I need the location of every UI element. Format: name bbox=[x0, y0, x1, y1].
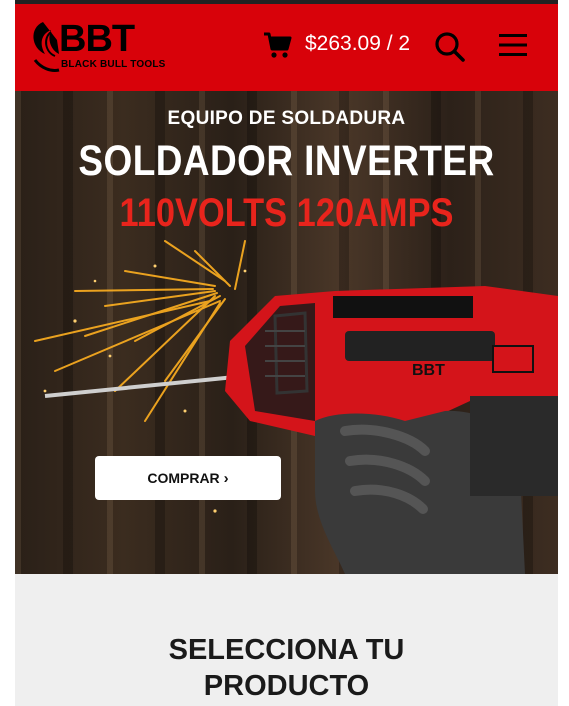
section-title-line1: SELECCIONA TU bbox=[168, 634, 405, 666]
menu-icon[interactable] bbox=[499, 32, 527, 58]
page-frame: BBT BLACK BULL TOOLS $263.09 / 2 BBT EQU… bbox=[15, 0, 558, 706]
logo-text: BBT bbox=[59, 18, 135, 60]
hero-kicker: EQUIPO DE SOLDADURA bbox=[167, 108, 406, 129]
product-selection-section: SELECCIONA TU PRODUCTO bbox=[15, 574, 558, 706]
buy-button-label: COMPRAR bbox=[147, 470, 220, 486]
site-logo[interactable]: BBT BLACK BULL TOOLS bbox=[29, 14, 165, 80]
site-header: BBT BLACK BULL TOOLS $263.09 / 2 bbox=[15, 4, 558, 91]
chevron-right-icon: › bbox=[223, 469, 229, 487]
section-title: SELECCIONA TU PRODUCTO bbox=[15, 632, 558, 704]
section-title-line2: PRODUCTO bbox=[203, 670, 370, 702]
search-icon[interactable] bbox=[434, 31, 466, 63]
hero-banner: BBT EQUIPO DE SOLDADURA SOLDADOR INVERTE… bbox=[15, 91, 558, 574]
logo-subtext: BLACK BULL TOOLS bbox=[61, 59, 166, 70]
buy-button[interactable]: COMPRAR › bbox=[95, 456, 281, 500]
cart-icon[interactable] bbox=[262, 30, 292, 60]
hero-title: SOLDADOR INVERTER bbox=[78, 137, 495, 185]
product-brand-mark: BBT bbox=[412, 362, 445, 379]
hero-spec: 110VOLTS 120AMPS bbox=[119, 191, 454, 235]
cart-total[interactable]: $263.09 / 2 bbox=[305, 32, 410, 56]
